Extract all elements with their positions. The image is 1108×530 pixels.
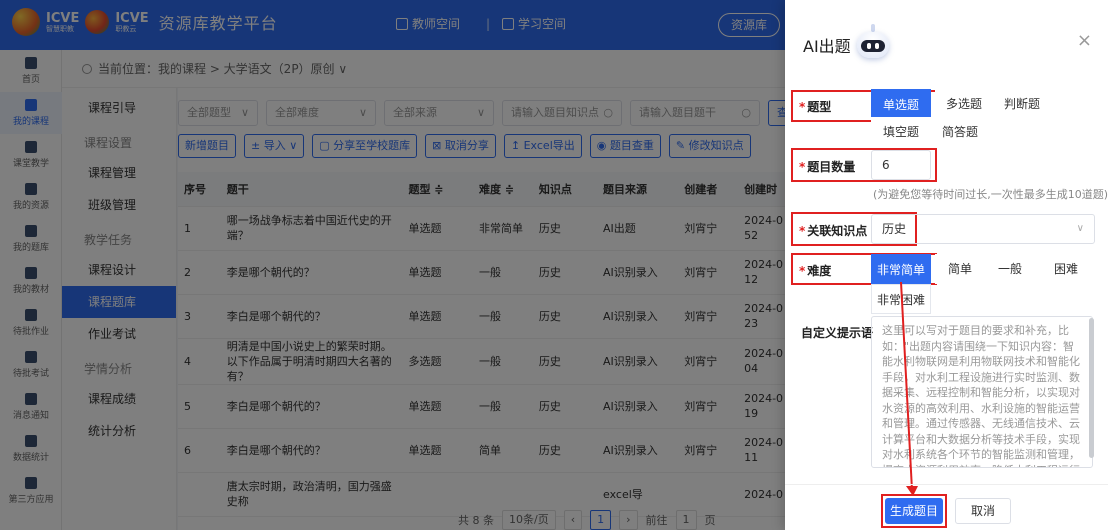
cancel-button[interactable]: 取消 bbox=[955, 498, 1011, 524]
ai-question-drawer: AI出题 × * 题型 单选题 多选题 判断题 填空题 简答题 * 题目数量 6 (… bbox=[785, 0, 1108, 530]
generate-button[interactable]: 生成题目 bbox=[885, 498, 943, 524]
annotation-arrow bbox=[900, 281, 918, 496]
